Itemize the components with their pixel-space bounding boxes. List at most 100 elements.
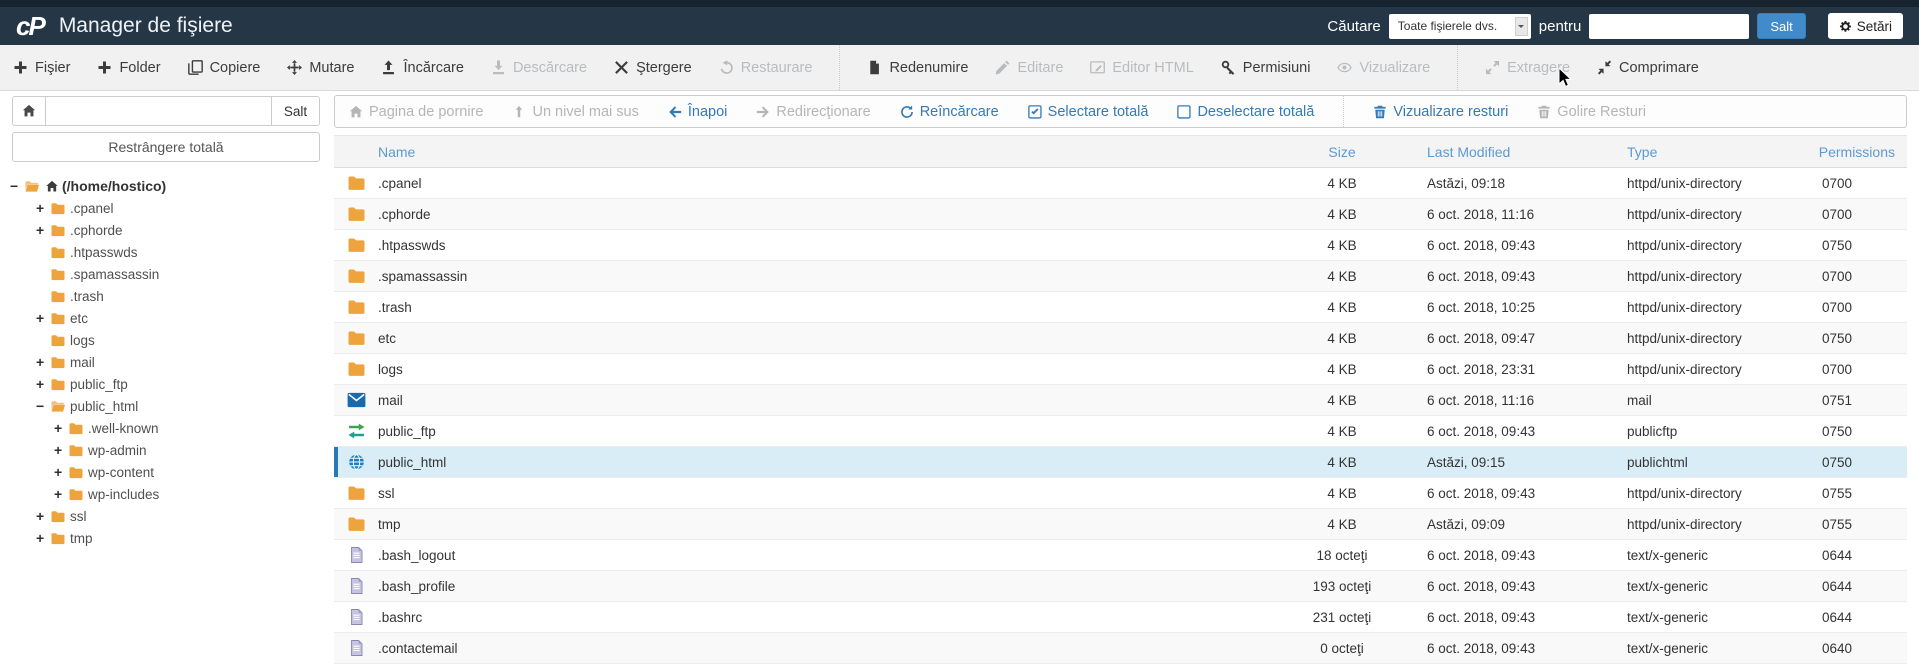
- path-go-button[interactable]: Salt: [272, 96, 320, 126]
- file-row-trash[interactable]: .trash4 KB6 oct. 2018, 10:25httpd/unix-d…: [334, 292, 1907, 323]
- tree-expander-icon[interactable]: +: [36, 531, 50, 545]
- tree-expander-icon[interactable]: +: [36, 509, 50, 523]
- toolbar-separator: [1457, 45, 1458, 90]
- toolbar-button-fi-ier[interactable]: Fişier: [13, 60, 70, 76]
- file-row-ssl[interactable]: ssl4 KB6 oct. 2018, 09:43httpd/unix-dire…: [334, 478, 1907, 509]
- file-row-etc[interactable]: etc4 KB6 oct. 2018, 09:47httpd/unix-dire…: [334, 323, 1907, 354]
- search-input[interactable]: [1589, 14, 1749, 39]
- navbar-separator: [1343, 96, 1344, 127]
- tree-item-public-ftp[interactable]: +public_ftp: [0, 373, 333, 395]
- toolbar-button-desc-rcare: Descărcare: [491, 60, 587, 76]
- tree-item-trash[interactable]: .trash: [0, 285, 333, 307]
- column-header-type[interactable]: Type: [1617, 144, 1807, 160]
- tree-expander-icon[interactable]: +: [54, 465, 68, 479]
- settings-button-label: Setări: [1857, 19, 1892, 34]
- navbar-button-selectare-total[interactable]: Selectare totală: [1028, 104, 1149, 120]
- tree-expander-icon[interactable]: +: [36, 201, 50, 215]
- toolbar-button-folder[interactable]: Folder: [97, 60, 160, 76]
- file-icon: [347, 609, 366, 625]
- folder-icon: [50, 246, 66, 259]
- header-search: Căutare Toate fişierele dvs. pentru Salt…: [1327, 13, 1903, 39]
- delete-icon: [614, 60, 629, 75]
- file-row-public-html[interactable]: public_html4 KBAstăzi, 09:15publichtml07…: [334, 447, 1907, 478]
- tree-item-wp-content[interactable]: +wp-content: [0, 461, 333, 483]
- tree-expander-icon[interactable]: +: [54, 421, 68, 435]
- tree-item-spamassassin[interactable]: .spamassassin: [0, 263, 333, 285]
- tree-item-wp-admin[interactable]: +wp-admin: [0, 439, 333, 461]
- tree-expander-icon[interactable]: +: [54, 443, 68, 457]
- toolbar-button-permisiuni[interactable]: Permisiuni: [1221, 60, 1311, 76]
- tree-item-etc[interactable]: +etc: [0, 307, 333, 329]
- toolbar-button-editare: Editare: [995, 60, 1063, 76]
- toolbar-button-redenumire[interactable]: Redenumire: [867, 60, 968, 76]
- tree-expander-icon[interactable]: +: [36, 355, 50, 369]
- path-home-button[interactable]: [12, 96, 46, 126]
- eye-icon: [1337, 60, 1352, 75]
- search-go-button[interactable]: Salt: [1757, 13, 1805, 39]
- file-row-cpanel[interactable]: .cpanel4 KBAstăzi, 09:18httpd/unix-direc…: [334, 168, 1907, 199]
- column-header-size[interactable]: Size: [1267, 144, 1417, 160]
- tree-item-htpasswds[interactable]: .htpasswds: [0, 241, 333, 263]
- tree-item-ssl[interactable]: +ssl: [0, 505, 333, 527]
- toolbar-button-extragere: Extragere: [1485, 60, 1570, 76]
- toolbar-button-nc-rcare[interactable]: Încărcare: [381, 60, 463, 76]
- settings-button[interactable]: Setări: [1828, 13, 1903, 39]
- navbar-button-napoi[interactable]: Înapoi: [668, 104, 728, 120]
- tree-item-cphorde[interactable]: +.cphorde: [0, 219, 333, 241]
- download-icon: [491, 60, 506, 75]
- toolbar-button-comprimare[interactable]: Comprimare: [1597, 60, 1699, 76]
- file-row-tmp[interactable]: tmp4 KBAstăzi, 09:09httpd/unix-directory…: [334, 509, 1907, 540]
- up-level-icon: [512, 105, 526, 119]
- tree-expander-icon[interactable]: +: [36, 223, 50, 237]
- file-row-contactemail[interactable]: .contactemail0 octeţi6 oct. 2018, 09:43t…: [334, 633, 1907, 664]
- tree-item-mail[interactable]: +mail: [0, 351, 333, 373]
- mail-icon: [347, 392, 366, 408]
- tree-expander-icon[interactable]: +: [36, 311, 50, 325]
- file-row-logs[interactable]: logs4 KB6 oct. 2018, 23:31httpd/unix-dir…: [334, 354, 1907, 385]
- navbar-button-deselectare-total[interactable]: Deselectare totală: [1177, 104, 1314, 120]
- folder-icon: [68, 466, 84, 479]
- collapse-all-button[interactable]: Restrângere totală: [12, 132, 320, 162]
- column-header-last-modified[interactable]: Last Modified: [1417, 144, 1617, 160]
- tree-item-logs[interactable]: logs: [0, 329, 333, 351]
- file-row-cphorde[interactable]: .cphorde4 KB6 oct. 2018, 11:16httpd/unix…: [334, 199, 1907, 230]
- home-icon: [349, 105, 363, 119]
- file-row-bashrc[interactable]: .bashrc231 octeţi6 oct. 2018, 09:43text/…: [334, 602, 1907, 633]
- file-row-bash-logout[interactable]: .bash_logout18 octeţi6 oct. 2018, 09:43t…: [334, 540, 1907, 571]
- navbar-button-vizualizare-resturi[interactable]: Vizualizare resturi: [1373, 104, 1508, 120]
- tree-item-tmp[interactable]: +tmp: [0, 527, 333, 549]
- navigation-toolbar: Pagina de pornireUn nivel mai susÎnapoiR…: [334, 95, 1907, 128]
- navbar-button-re-nc-rcare[interactable]: Reîncărcare: [900, 104, 999, 120]
- file-icon: [347, 640, 366, 656]
- cpanel-logo-icon: cP: [16, 13, 44, 39]
- upload-icon: [381, 60, 396, 75]
- file-row-spamassassin[interactable]: .spamassassin4 KB6 oct. 2018, 09:43httpd…: [334, 261, 1907, 292]
- toolbar-button-mutare[interactable]: Mutare: [287, 60, 354, 76]
- toolbar-button-copiere[interactable]: Copiere: [188, 60, 261, 76]
- tree-item-public-html[interactable]: −public_html: [0, 395, 333, 417]
- folder-icon: [347, 516, 366, 532]
- tree-expander-icon[interactable]: +: [36, 377, 50, 391]
- compress-icon: [1597, 60, 1612, 75]
- file-row-bash-profile[interactable]: .bash_profile193 octeţi6 oct. 2018, 09:4…: [334, 571, 1907, 602]
- tree-item-cpanel[interactable]: +.cpanel: [0, 197, 333, 219]
- trash-icon: [1537, 105, 1551, 119]
- toolbar-button-tergere[interactable]: Ştergere: [614, 60, 692, 76]
- tree-item-wp-includes[interactable]: +wp-includes: [0, 483, 333, 505]
- tree-item-well-known[interactable]: +.well-known: [0, 417, 333, 439]
- tree-expander-icon[interactable]: −: [10, 179, 24, 193]
- tree-expander-icon[interactable]: +: [54, 487, 68, 501]
- file-row-htpasswds[interactable]: .htpasswds4 KB6 oct. 2018, 09:43httpd/un…: [334, 230, 1907, 261]
- folder-icon: [347, 268, 366, 284]
- file-row-mail[interactable]: mail4 KB6 oct. 2018, 11:16mail0751: [334, 385, 1907, 416]
- path-input[interactable]: [46, 96, 272, 126]
- folder-icon: [68, 444, 84, 457]
- column-header-name[interactable]: Name: [378, 144, 1267, 160]
- toolbar-button-vizualizare: Vizualizare: [1337, 60, 1430, 76]
- column-header-permissions[interactable]: Permissions: [1807, 144, 1907, 160]
- search-scope-select[interactable]: Toate fişierele dvs.: [1389, 14, 1531, 39]
- file-row-public-ftp[interactable]: public_ftp4 KB6 oct. 2018, 09:43publicft…: [334, 416, 1907, 447]
- tree-item-home-hostico[interactable]: −(/home/hostico): [0, 175, 333, 197]
- tree-expander-icon[interactable]: −: [36, 399, 50, 413]
- deselect-all-icon: [1177, 105, 1191, 119]
